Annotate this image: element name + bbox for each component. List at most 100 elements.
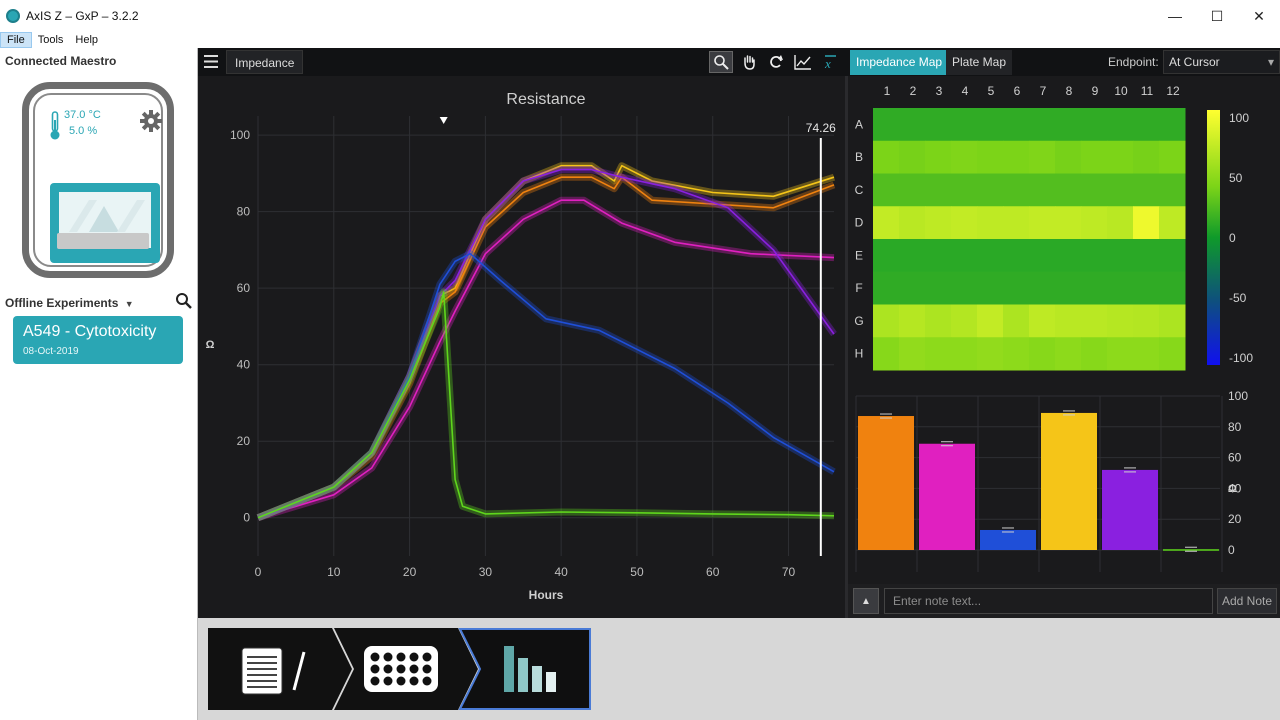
heatmap-well[interactable]	[1029, 206, 1056, 240]
heatmap-well[interactable]	[1107, 206, 1134, 240]
heatmap-well[interactable]	[1107, 239, 1134, 273]
heatmap-well[interactable]	[873, 271, 900, 305]
heatmap-well[interactable]	[1159, 108, 1186, 142]
plate-slot[interactable]	[50, 183, 160, 263]
heatmap-well[interactable]	[1055, 206, 1082, 240]
heatmap-well[interactable]	[977, 337, 1004, 371]
resistance-chart[interactable]: Resistance Hours Ω 0 20 40 60 80 100 0 10 20 30 40…	[198, 76, 845, 618]
heatmap-well[interactable]	[1055, 108, 1082, 142]
heatmap-well[interactable]	[951, 239, 978, 273]
heatmap-well[interactable]	[1159, 206, 1186, 240]
heatmap-well[interactable]	[1003, 337, 1030, 371]
tab-impedance[interactable]: Impedance	[226, 50, 304, 74]
heatmap-well[interactable]	[1003, 206, 1030, 240]
heatmap-well[interactable]	[1133, 239, 1160, 273]
chart-options-button[interactable]	[791, 51, 815, 73]
heatmap-well[interactable]	[1133, 304, 1160, 338]
heatmap-well[interactable]	[1055, 239, 1082, 273]
heatmap-well[interactable]	[1029, 239, 1056, 273]
heatmap-well[interactable]	[1107, 304, 1134, 338]
bar[interactable]	[1102, 469, 1158, 550]
heatmap-well[interactable]	[977, 140, 1004, 174]
heatmap-well[interactable]	[951, 206, 978, 240]
bar[interactable]	[1163, 549, 1219, 551]
event-marker[interactable]	[439, 117, 448, 124]
impedance-map[interactable]: 1 2 3 4 5 6 7 8 9 10 11 12 ABCDEFGH 100500-50-100 0…	[848, 76, 1280, 584]
heatmap-well[interactable]	[1003, 239, 1030, 273]
heatmap-well[interactable]	[925, 108, 952, 142]
heatmap-well[interactable]	[925, 271, 952, 305]
heatmap-well[interactable]	[873, 239, 900, 273]
heatmap-well[interactable]	[1159, 271, 1186, 305]
heatmap-well[interactable]	[1107, 271, 1134, 305]
heatmap-well[interactable]	[1055, 140, 1082, 174]
heatmap-well[interactable]	[899, 304, 926, 338]
heatmap-well[interactable]	[1133, 108, 1160, 142]
pan-tool-button[interactable]	[737, 51, 761, 73]
resistance-chart-panel[interactable]: Resistance Hours Ω 0 20 40 60 80 100 0 10 20 30 40…	[198, 76, 845, 618]
bar[interactable]	[980, 529, 1036, 550]
heatmap-well[interactable]	[977, 108, 1004, 142]
note-input[interactable]	[884, 588, 1213, 614]
heatmap-well[interactable]	[925, 206, 952, 240]
heatmap-well[interactable]	[1159, 239, 1186, 273]
menu-file[interactable]: File	[0, 32, 32, 48]
heatmap-well[interactable]	[1029, 271, 1056, 305]
close-button[interactable]: ✕	[1238, 0, 1280, 32]
heatmap-well[interactable]	[873, 304, 900, 338]
zoom-tool-button[interactable]	[709, 51, 733, 73]
minimize-button[interactable]: —	[1154, 0, 1196, 32]
heatmap-well[interactable]	[1029, 304, 1056, 338]
heatmap-well[interactable]	[925, 304, 952, 338]
heatmap-well[interactable]	[1055, 173, 1082, 207]
heatmap-well[interactable]	[1133, 337, 1160, 371]
heatmap-well[interactable]	[1107, 337, 1134, 371]
heatmap-well[interactable]	[951, 337, 978, 371]
tab-plate-map[interactable]: Plate Map	[946, 50, 1013, 75]
heatmap-well[interactable]	[873, 337, 900, 371]
heatmap-well[interactable]	[1081, 108, 1108, 142]
refresh-button[interactable]	[764, 51, 788, 73]
heatmap-well[interactable]	[1081, 239, 1108, 273]
heatmap-well[interactable]	[925, 173, 952, 207]
heatmap-well[interactable]	[1159, 173, 1186, 207]
heatmap-well[interactable]	[1029, 108, 1056, 142]
expand-notes-button[interactable]: ▲	[853, 588, 879, 614]
heatmap-well[interactable]	[977, 173, 1004, 207]
heatmap-well[interactable]	[1055, 304, 1082, 338]
heatmap-well[interactable]	[1081, 304, 1108, 338]
heatmap-well[interactable]	[1081, 206, 1108, 240]
heatmap-well[interactable]	[1133, 173, 1160, 207]
heatmap-well[interactable]	[1003, 304, 1030, 338]
mean-stat-button[interactable]: x	[818, 51, 842, 73]
heatmap-well[interactable]	[1003, 140, 1030, 174]
menu-help[interactable]: Help	[69, 32, 104, 48]
heatmap-well[interactable]	[1107, 108, 1134, 142]
heatmap-well[interactable]	[977, 206, 1004, 240]
bar[interactable]	[1041, 412, 1097, 550]
heatmap-well[interactable]	[1107, 173, 1134, 207]
endpoint-dropdown[interactable]: At Cursor ▾	[1163, 50, 1280, 74]
heatmap-well[interactable]	[1055, 271, 1082, 305]
heatmap-well[interactable]	[873, 206, 900, 240]
heatmap-well[interactable]	[1003, 173, 1030, 207]
heatmap-well[interactable]	[899, 271, 926, 305]
maestro-device[interactable]: 37.0 °C 5.0 %	[22, 82, 174, 278]
add-note-button[interactable]: Add Note	[1217, 588, 1277, 614]
heatmap-well[interactable]	[925, 239, 952, 273]
tab-impedance-map[interactable]: Impedance Map	[850, 50, 949, 75]
workflow-step-analysis[interactable]	[458, 628, 592, 710]
heatmap-well[interactable]	[1003, 108, 1030, 142]
heatmap-well[interactable]	[899, 337, 926, 371]
experiment-card[interactable]: A549 - Cytotoxicity 08-Oct-2019	[13, 316, 183, 364]
heatmap-well[interactable]	[899, 239, 926, 273]
heatmap-well[interactable]	[977, 271, 1004, 305]
maximize-button[interactable]: ☐	[1196, 0, 1238, 32]
series-line[interactable]	[257, 199, 835, 519]
heatmap-well[interactable]	[1029, 173, 1056, 207]
heatmap-well[interactable]	[899, 140, 926, 174]
hamburger-menu-icon[interactable]	[204, 55, 218, 68]
bar[interactable]	[858, 416, 914, 550]
series-line[interactable]	[257, 164, 835, 519]
heatmap-well[interactable]	[1081, 337, 1108, 371]
